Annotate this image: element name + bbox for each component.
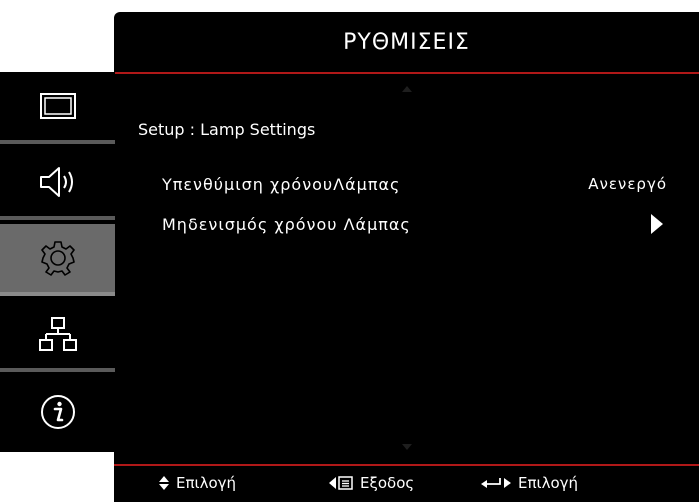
menu-title-text: ΡΥΘΜΙΣΕΙΣ xyxy=(343,29,470,55)
breadcrumb: Setup : Lamp Settings xyxy=(138,120,316,139)
scroll-up-icon xyxy=(402,86,412,92)
menu-title: ΡΥΘΜΙΣΕΙΣ xyxy=(114,12,699,72)
scroll-down-icon xyxy=(402,444,412,450)
hint-enter-label: Επιλογή xyxy=(518,474,579,492)
hint-select: Επιλογή xyxy=(158,474,236,492)
osd-menu: ΡΥΘΜΙΣΕΙΣ Setup : Lamp Settings Υπενθύμι… xyxy=(114,12,699,502)
menu-content: Setup : Lamp Settings Υπενθύμιση χρόνουΛ… xyxy=(114,74,699,464)
sidebar-item-setup[interactable] xyxy=(0,224,115,296)
menu-item-lamp-reminder[interactable]: Υπενθύμιση χρόνουΛάμπας Ανενεργό xyxy=(162,170,667,198)
up-down-arrows-icon xyxy=(159,476,169,490)
network-icon xyxy=(38,317,77,351)
display-icon xyxy=(39,93,76,119)
back-menu-icon xyxy=(329,476,353,490)
menu-item-value[interactable]: Ανενεργό xyxy=(588,175,667,193)
hint-enter: Επιλογή xyxy=(480,474,578,492)
enter-key-icon xyxy=(481,478,511,488)
triangle-right-icon[interactable] xyxy=(651,214,663,234)
sidebar-item-display[interactable] xyxy=(0,72,115,144)
menu-item-lamp-reset[interactable]: Μηδενισμός χρόνου Λάμπας xyxy=(162,210,667,238)
sidebar-item-audio[interactable] xyxy=(0,148,115,220)
menu-item-label: Υπενθύμιση χρόνουΛάμπας xyxy=(162,174,401,194)
menu-item-label: Μηδενισμός χρόνου Λάμπας xyxy=(162,214,411,234)
footer-hints: Επιλογή Εξοδος Επιλογή xyxy=(114,466,699,502)
sidebar xyxy=(0,72,115,452)
hint-exit: Εξοδος xyxy=(328,474,414,492)
hint-select-label: Επιλογή xyxy=(176,474,237,492)
hint-exit-label: Εξοδος xyxy=(360,474,415,492)
speaker-icon xyxy=(39,167,73,197)
sidebar-item-network[interactable] xyxy=(0,300,115,372)
gear-icon xyxy=(40,241,75,276)
info-icon xyxy=(40,395,75,429)
sidebar-item-info[interactable] xyxy=(0,376,115,448)
